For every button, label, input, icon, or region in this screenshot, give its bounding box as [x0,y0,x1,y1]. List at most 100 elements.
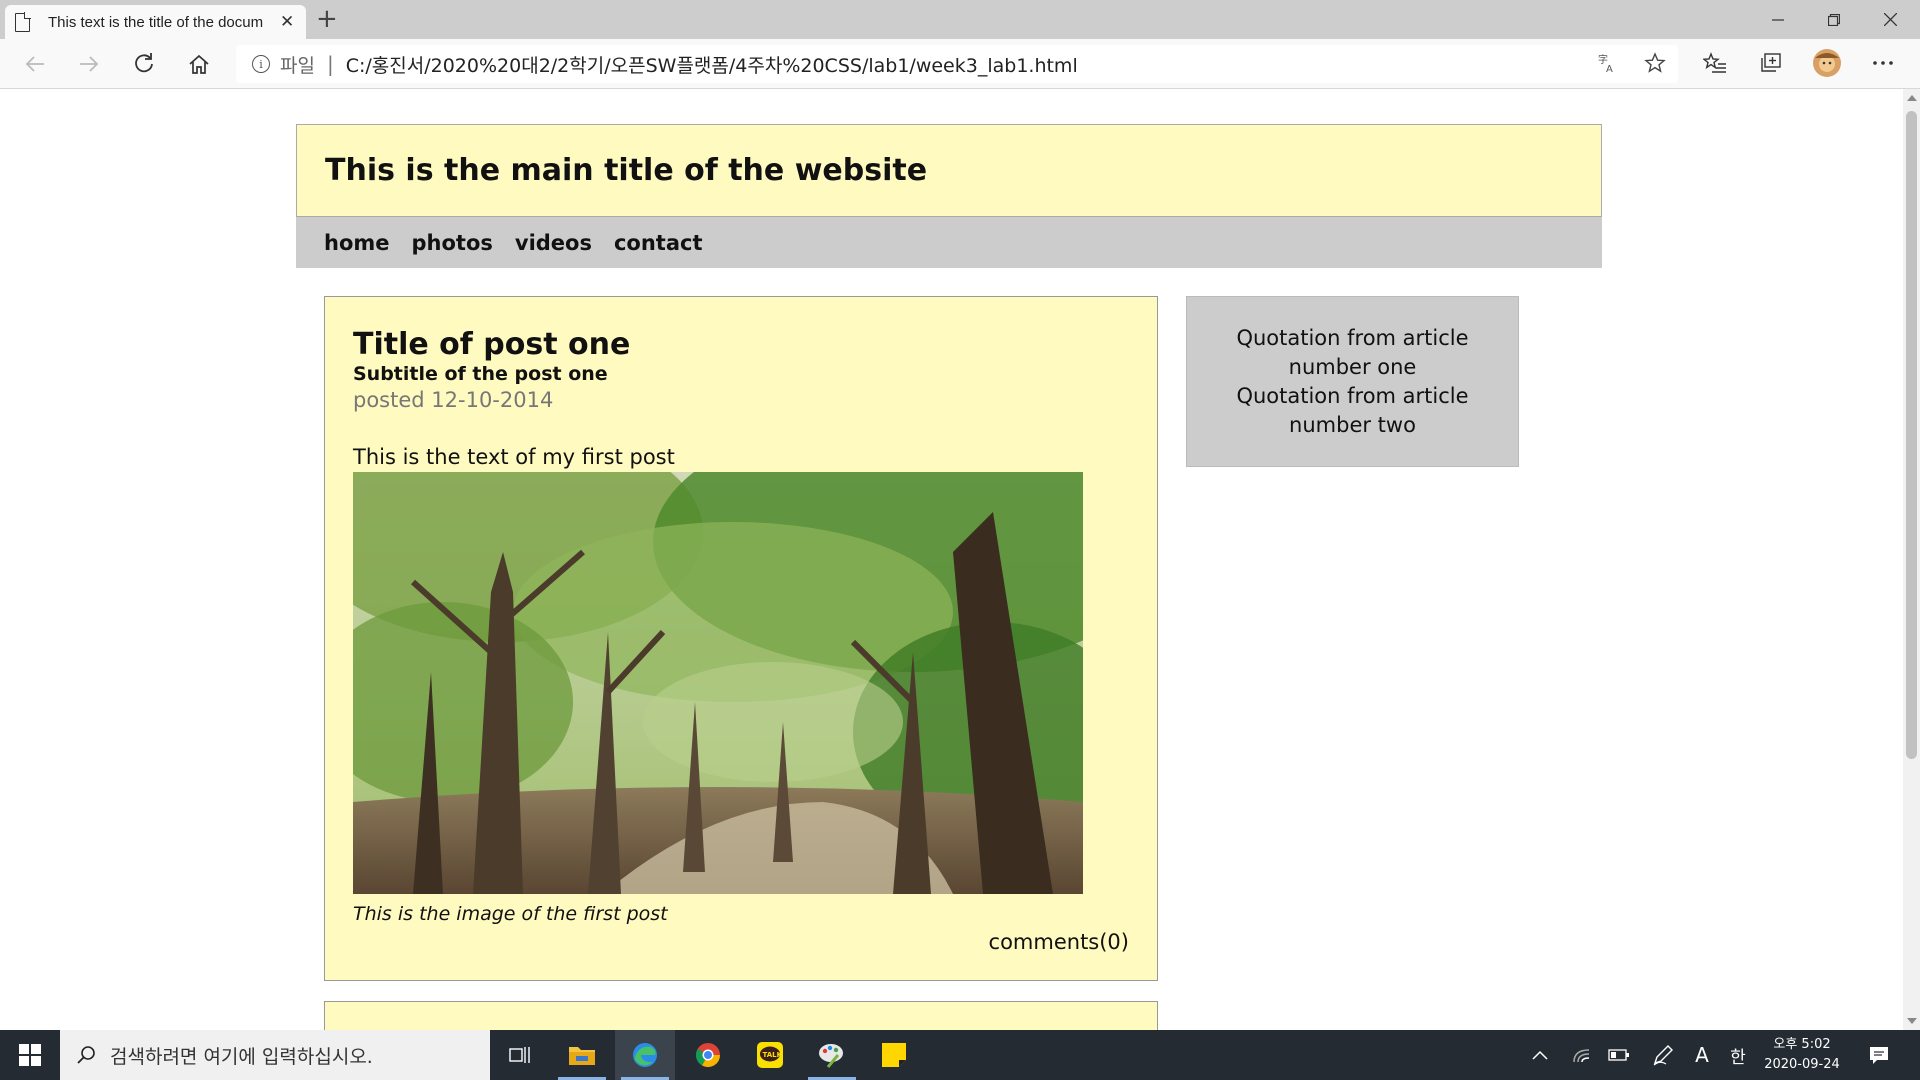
chrome-icon [695,1043,720,1068]
task-view-button[interactable] [490,1030,550,1080]
browser-toolbar: i 파일 | C:/홍진서/2020%20대2/2학기/오픈SW플랫폼/4주차%… [0,39,1920,89]
search-placeholder: 검색하려면 여기에 입력하십시오. [110,1045,373,1068]
svg-text:TALK: TALK [763,1051,783,1059]
image-caption: This is the image of the first post [353,903,668,925]
site-header: This is the main title of the website [296,124,1602,217]
translate-button[interactable]: 字A [1593,48,1623,78]
collections-button[interactable] [1756,48,1786,78]
folder-icon [569,1047,595,1065]
battery-button[interactable] [1604,1030,1634,1080]
more-icon [1873,61,1893,65]
edge-icon [633,1043,657,1067]
sticky-notes-app[interactable] [864,1030,924,1080]
scrollbar-thumb[interactable] [1906,111,1917,759]
restore-icon [1828,13,1840,26]
forward-button[interactable] [71,47,107,81]
svg-text:A: A [1606,64,1613,74]
windows-logo-icon [19,1044,41,1066]
minimize-button[interactable] [1750,0,1806,39]
nav-link-contact[interactable]: contact [614,231,703,255]
chevron-up-icon [1532,1050,1548,1060]
comments-link[interactable]: comments(0) [989,930,1129,954]
close-icon [1883,13,1897,26]
tab-title: This text is the title of the docum [48,13,264,31]
post-subtitle: Subtitle of the post one [353,363,608,385]
quotation-two: Quotation from article number two [1236,384,1469,437]
back-button[interactable] [17,47,53,81]
browser-tab-bar: This text is the title of the docum ✕ + [0,0,1920,39]
post-date: posted 12-10-2014 [353,388,554,412]
document-icon [15,11,31,32]
quotation-one: Quotation from article number one [1236,326,1469,379]
back-arrow-icon [25,56,44,72]
file-explorer-app[interactable] [552,1030,612,1080]
close-tab-icon[interactable]: ✕ [280,12,294,32]
post-title: Title of post one [353,327,631,362]
forest-path-image [353,472,1083,894]
address-bar[interactable]: i 파일 | C:/홍진서/2020%20대2/2학기/오픈SW플랫폼/4주차%… [236,45,1678,83]
scroll-down-icon[interactable] [1907,1018,1917,1024]
show-hidden-icons-button[interactable] [1525,1030,1555,1080]
forward-arrow-icon [80,56,99,72]
nav-link-home[interactable]: home [324,231,390,255]
kakaotalk-icon: TALK [757,1042,783,1068]
sticky-note-icon [882,1043,906,1067]
start-button[interactable] [0,1030,60,1080]
pen-icon [1653,1045,1673,1066]
close-window-button[interactable] [1862,0,1918,39]
paint-palette-icon [819,1044,843,1068]
post-text: This is the text of my first post [353,445,675,469]
edge-app[interactable] [615,1030,675,1080]
minimize-icon [1772,18,1784,21]
ime-language-button[interactable]: 한 [1724,1030,1752,1080]
collections-icon [1761,53,1781,72]
browser-tab[interactable]: This text is the title of the docum ✕ [5,5,306,39]
translate-icon: 字A [1598,53,1613,74]
post-image [353,472,1083,894]
search-icon [77,1046,95,1064]
chrome-app[interactable] [678,1030,738,1080]
refresh-icon [135,53,153,73]
nav-link-videos[interactable]: videos [515,231,592,255]
info-icon[interactable]: i [252,55,270,73]
input-mode-button[interactable]: A [1688,1030,1716,1080]
url-text[interactable]: C:/홍진서/2020%20대2/2학기/오픈SW플랫폼/4주차%20CSS/l… [346,51,1078,78]
home-icon [189,54,209,74]
quotation-sidebar: Quotation from article number one Quotat… [1186,296,1519,467]
site-nav: home photos videos contact [296,217,1602,268]
task-view-icon [509,1047,530,1063]
refresh-button[interactable] [126,47,162,81]
restore-button[interactable] [1806,0,1862,39]
windows-taskbar: 검색하려면 여기에 입력하십시오. TALK A 한 오후 5:02 2020-… [0,1030,1920,1080]
kakaotalk-app[interactable]: TALK [740,1030,800,1080]
address-separator: | [326,52,334,76]
profile-button[interactable] [1811,47,1843,79]
add-favorite-button[interactable] [1640,48,1670,78]
paint-app[interactable] [802,1030,862,1080]
favorites-button[interactable] [1700,48,1730,78]
settings-more-button[interactable] [1868,48,1898,78]
vertical-scrollbar[interactable] [1903,89,1920,1030]
home-button[interactable] [181,47,217,81]
battery-icon [1608,1049,1629,1061]
post-article-two [324,1001,1158,1030]
clock-time: 오후 5:02 [1773,1037,1831,1052]
favorites-list-icon [1703,52,1726,73]
action-center-button[interactable] [1864,1030,1894,1080]
address-scheme: 파일 [280,54,315,77]
wifi-icon [1573,1049,1590,1063]
avatar [1813,49,1841,77]
post-article: Title of post one Subtitle of the post o… [324,296,1158,981]
clock[interactable]: 오후 5:02 2020-09-24 [1754,1035,1850,1075]
nav-link-photos[interactable]: photos [412,231,493,255]
page-viewport: This is the main title of the website ho… [0,89,1903,1030]
scroll-up-icon[interactable] [1907,95,1917,101]
pen-workspace-button[interactable] [1648,1030,1678,1080]
star-icon [1644,52,1666,73]
clock-date: 2020-09-24 [1764,1057,1840,1072]
notification-icon [1870,1047,1888,1064]
site-main-title: This is the main title of the website [325,153,928,188]
new-tab-button[interactable]: + [316,4,338,34]
network-button[interactable] [1567,1030,1597,1080]
taskbar-search[interactable]: 검색하려면 여기에 입력하십시오. [60,1030,490,1080]
